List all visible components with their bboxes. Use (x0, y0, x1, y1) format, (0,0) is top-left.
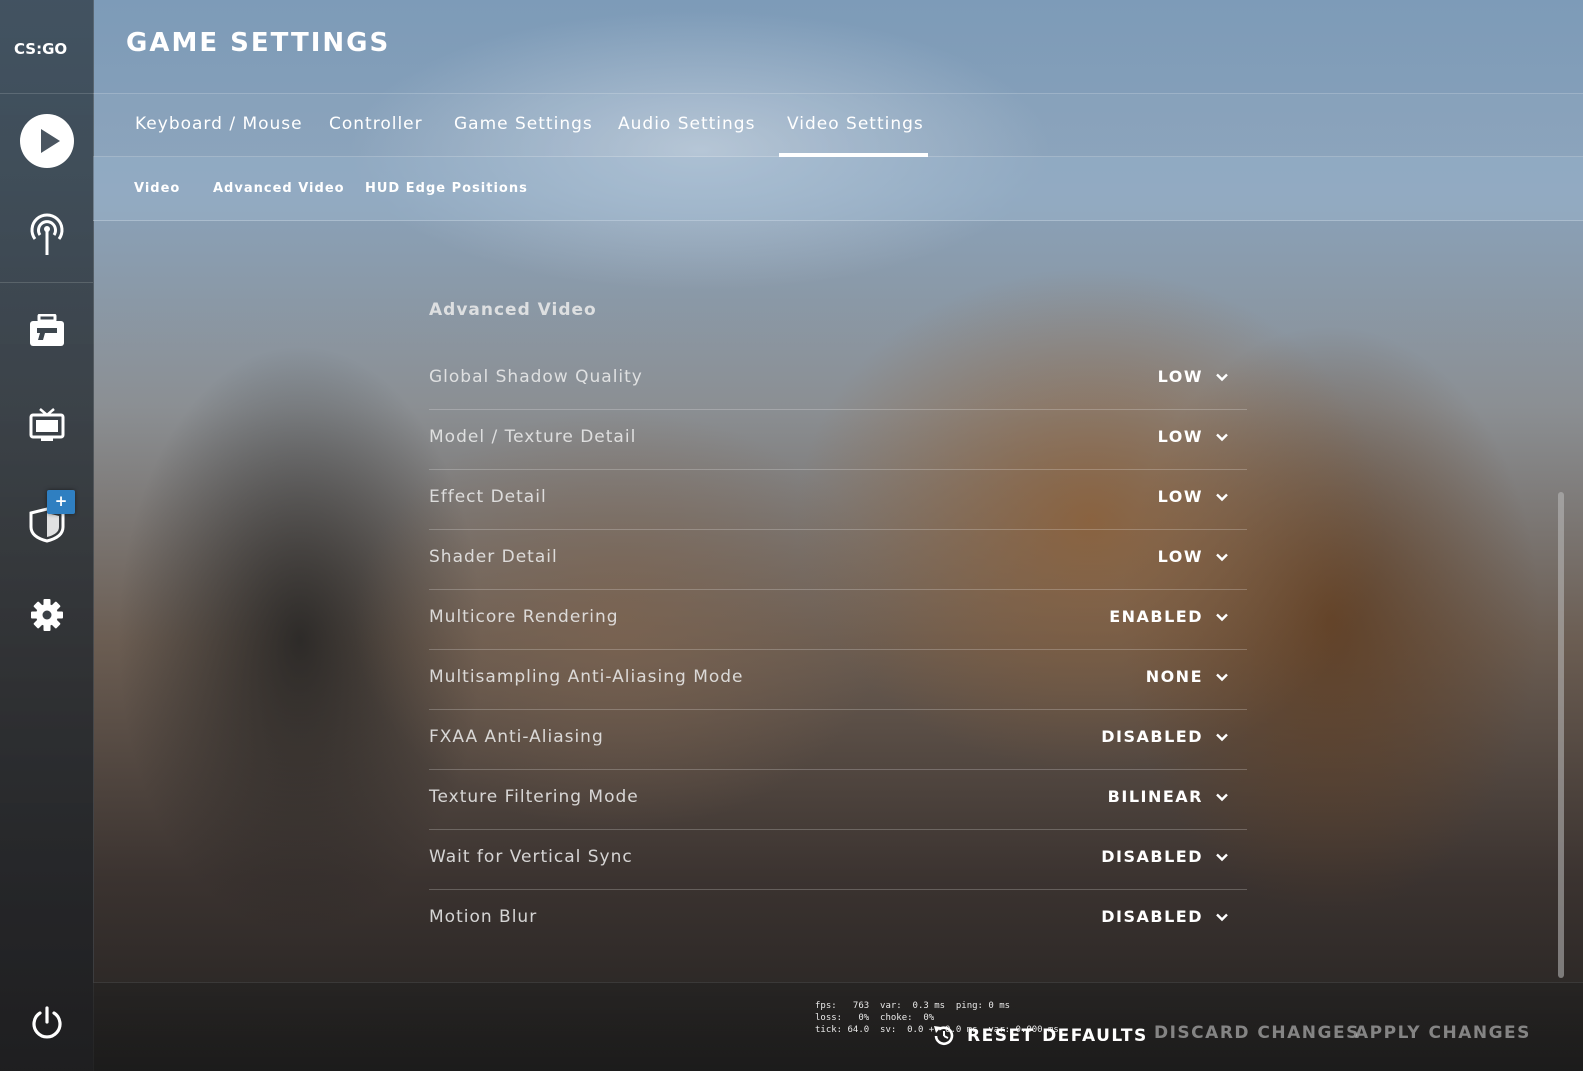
subtab-video[interactable]: Video (134, 157, 180, 220)
chevron-down-icon (1216, 853, 1228, 861)
setting-label: Motion Blur (429, 907, 538, 927)
setting-vertical-sync[interactable]: Wait for Vertical Sync DISABLED (429, 830, 1247, 890)
tab-keyboard-mouse[interactable]: Keyboard / Mouse (135, 93, 303, 156)
settings-list: Global Shadow Quality LOW Model / Textur… (429, 350, 1247, 949)
page-title: GAME SETTINGS (126, 28, 391, 58)
game-settings-screen: CS:GO + GAME SETTINGS Keyboard / Mouse C… (0, 0, 1583, 1071)
setting-dropdown[interactable]: NONE (1146, 667, 1229, 686)
chevron-down-icon (1216, 553, 1228, 561)
scrollbar-thumb[interactable] (1558, 492, 1564, 978)
setting-value: LOW (1157, 427, 1203, 446)
setting-shader-detail[interactable]: Shader Detail LOW (429, 530, 1247, 590)
net-graph-line: loss: 0% choke: 0% (815, 1013, 935, 1023)
chevron-down-icon (1216, 613, 1228, 621)
settings-tabs: Keyboard / Mouse Controller Game Setting… (93, 93, 1583, 157)
chevron-down-icon (1216, 673, 1228, 681)
setting-label: Model / Texture Detail (429, 427, 637, 447)
setting-value: DISABLED (1101, 847, 1203, 866)
setting-dropdown[interactable]: DISABLED (1101, 907, 1229, 926)
setting-label: Texture Filtering Mode (429, 787, 639, 807)
chevron-down-icon (1216, 433, 1228, 441)
watch-button[interactable] (0, 378, 93, 471)
setting-motion-blur[interactable]: Motion Blur DISABLED (429, 890, 1247, 949)
setting-label: FXAA Anti-Aliasing (429, 727, 604, 747)
setting-dropdown[interactable]: LOW (1158, 487, 1229, 506)
setting-value: DISABLED (1101, 907, 1203, 926)
chevron-down-icon (1216, 493, 1228, 501)
quit-button[interactable] (0, 976, 93, 1069)
setting-dropdown[interactable]: LOW (1158, 427, 1229, 446)
video-subtabs: Video Advanced Video HUD Edge Positions (93, 157, 1583, 221)
setting-label: Wait for Vertical Sync (429, 847, 633, 867)
subtab-hud-edge-positions[interactable]: HUD Edge Positions (365, 157, 528, 220)
subtab-advanced-video[interactable]: Advanced Video (213, 157, 345, 220)
tab-controller[interactable]: Controller (329, 93, 423, 156)
setting-dropdown[interactable]: DISABLED (1101, 847, 1229, 866)
setting-label: Multisampling Anti-Aliasing Mode (429, 667, 744, 687)
csgo-logo-icon: CS:GO (14, 40, 67, 58)
broadcast-icon (30, 213, 63, 255)
play-icon (19, 113, 74, 168)
watch-broadcast-button[interactable] (0, 188, 93, 281)
csgo-logo[interactable]: CS:GO (0, 0, 93, 94)
setting-label: Effect Detail (429, 487, 547, 507)
page-header: GAME SETTINGS (93, 0, 1583, 94)
tv-icon (29, 407, 64, 441)
setting-msaa-mode[interactable]: Multisampling Anti-Aliasing Mode NONE (429, 650, 1247, 710)
setting-label: Shader Detail (429, 547, 558, 567)
setting-value: DISABLED (1101, 727, 1203, 746)
setting-value: BILINEAR (1107, 787, 1203, 806)
setting-value: LOW (1157, 487, 1203, 506)
setting-texture-filtering[interactable]: Texture Filtering Mode BILINEAR (429, 770, 1247, 830)
chevron-down-icon (1216, 793, 1228, 801)
inventory-button[interactable] (0, 284, 93, 377)
settings-button[interactable] (0, 568, 93, 661)
discard-changes-button[interactable]: DISCARD CHANGES (1154, 1023, 1360, 1043)
setting-label: Multicore Rendering (429, 607, 619, 627)
setting-fxaa[interactable]: FXAA Anti-Aliasing DISABLED (429, 710, 1247, 770)
setting-value: ENABLED (1109, 607, 1203, 626)
setting-dropdown[interactable]: BILINEAR (1108, 787, 1229, 806)
setting-multicore-rendering[interactable]: Multicore Rendering ENABLED (429, 590, 1247, 650)
setting-label: Global Shadow Quality (429, 367, 643, 387)
net-graph-line: fps: 763 var: 0.3 ms ping: 0 ms (815, 1001, 1011, 1011)
net-graph-overlay: fps: 763 var: 0.3 ms ping: 0 ms loss: 0% … (815, 1000, 1059, 1036)
tab-video-settings[interactable]: Video Settings (779, 93, 928, 157)
power-icon (31, 1005, 62, 1038)
setting-value: LOW (1157, 367, 1203, 386)
missions-button[interactable]: + (0, 472, 93, 565)
setting-dropdown[interactable]: LOW (1158, 367, 1229, 386)
section-heading: Advanced Video (429, 300, 597, 320)
badge-plus: + (54, 492, 68, 510)
play-button[interactable] (0, 94, 93, 187)
setting-dropdown[interactable]: DISABLED (1101, 727, 1229, 746)
main-sidebar: CS:GO + (0, 0, 94, 1071)
sidebar-divider (0, 282, 93, 283)
chevron-down-icon (1216, 733, 1228, 741)
apply-changes-button[interactable]: APPLY CHANGES (1355, 1023, 1531, 1043)
logo-text: CS:GO (14, 40, 67, 58)
chevron-down-icon (1216, 913, 1228, 921)
inventory-icon (29, 313, 64, 346)
tab-audio-settings[interactable]: Audio Settings (618, 93, 755, 156)
net-graph-line: tick: 64.0 sv: 0.0 +- 0.0 ms var: 0.000 … (815, 1025, 1059, 1035)
chevron-down-icon (1216, 373, 1228, 381)
new-badge: + (47, 490, 75, 514)
setting-value: NONE (1145, 667, 1203, 686)
setting-value: LOW (1157, 547, 1203, 566)
setting-effect-detail[interactable]: Effect Detail LOW (429, 470, 1247, 530)
gear-icon (30, 598, 63, 631)
setting-dropdown[interactable]: ENABLED (1109, 607, 1229, 626)
setting-global-shadow-quality[interactable]: Global Shadow Quality LOW (429, 350, 1247, 410)
tab-game-settings[interactable]: Game Settings (454, 93, 593, 156)
setting-dropdown[interactable]: LOW (1158, 547, 1229, 566)
setting-model-texture-detail[interactable]: Model / Texture Detail LOW (429, 410, 1247, 470)
